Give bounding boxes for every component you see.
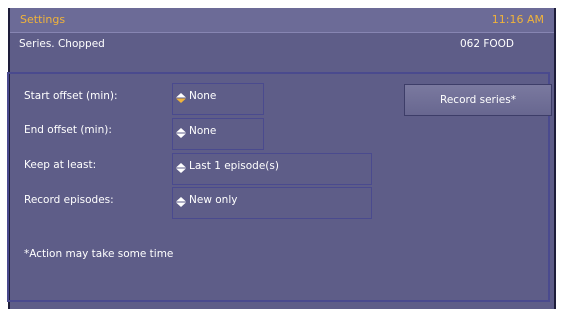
record-series-button[interactable]: Record series* xyxy=(404,84,552,116)
clock: 11:16 AM xyxy=(491,13,544,26)
keep-at-least-field[interactable]: Last 1 episode(s) xyxy=(172,153,372,185)
start-offset-label: Start offset (min): xyxy=(24,90,118,102)
series-name: Series. Chopped xyxy=(19,38,105,50)
record-episodes-field[interactable]: New only xyxy=(172,187,372,219)
end-offset-field[interactable]: None xyxy=(172,118,264,150)
page-title: Settings xyxy=(20,13,66,26)
channel-label: 062 FOOD xyxy=(459,38,514,50)
up-down-arrow-icon xyxy=(176,128,186,138)
info-bar: Series. Chopped 062 FOOD xyxy=(10,32,554,57)
start-offset-value: None xyxy=(189,90,217,102)
end-offset-label: End offset (min): xyxy=(24,124,112,136)
start-offset-field[interactable]: None xyxy=(172,83,264,115)
end-offset-value: None xyxy=(189,125,217,137)
footnote: *Action may take some time xyxy=(24,248,174,260)
up-down-arrow-icon xyxy=(176,163,186,173)
up-down-arrow-icon xyxy=(176,93,186,103)
keep-at-least-label: Keep at least: xyxy=(24,159,97,171)
record-episodes-value: New only xyxy=(189,194,238,206)
keep-at-least-value: Last 1 episode(s) xyxy=(189,160,279,172)
record-episodes-label: Record episodes: xyxy=(24,194,114,206)
title-bar: Settings 11:16 AM xyxy=(10,8,554,32)
up-down-arrow-icon xyxy=(176,197,186,207)
